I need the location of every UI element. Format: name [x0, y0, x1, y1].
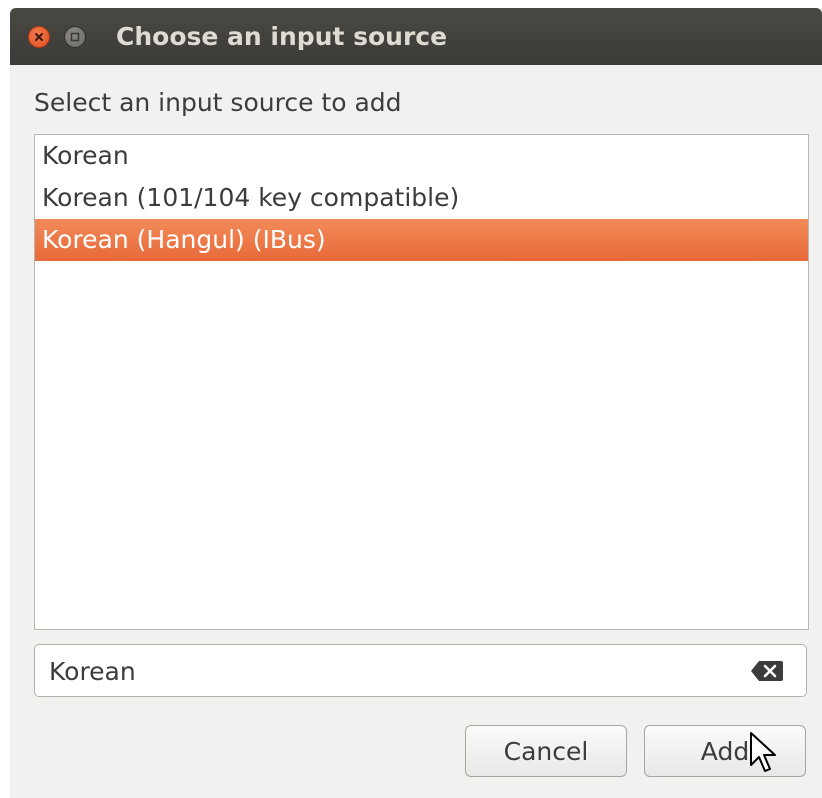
list-item[interactable]: Korean: [35, 135, 808, 177]
input-source-list[interactable]: Korean Korean (101/104 key compatible) K…: [34, 134, 809, 630]
dialog-window: Choose an input source Select an input s…: [10, 8, 822, 798]
maximize-button[interactable]: [64, 26, 86, 48]
maximize-icon: [70, 32, 80, 42]
close-icon: [35, 33, 43, 41]
cancel-button[interactable]: Cancel: [465, 725, 627, 777]
add-button[interactable]: Add: [644, 725, 806, 777]
search-input[interactable]: Korean: [34, 644, 807, 697]
window-title: Choose an input source: [116, 22, 448, 51]
list-item[interactable]: Korean (101/104 key compatible): [35, 177, 808, 219]
clear-text-icon[interactable]: [750, 660, 784, 682]
close-button[interactable]: [28, 26, 50, 48]
prompt-label: Select an input source to add: [34, 88, 402, 117]
list-item-selected[interactable]: Korean (Hangul) (IBus): [35, 219, 808, 261]
search-input-value[interactable]: Korean: [49, 657, 136, 686]
titlebar[interactable]: Choose an input source: [10, 8, 822, 65]
mouse-pointer-icon: [750, 732, 776, 772]
